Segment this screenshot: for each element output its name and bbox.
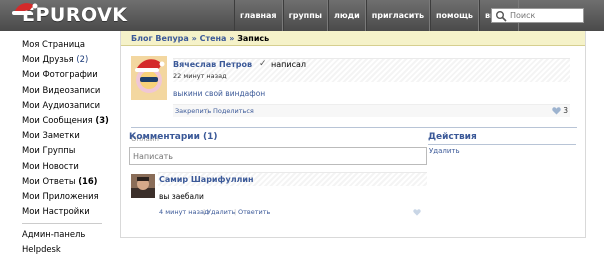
sidebar-item-my-page[interactable]: Моя Страница [22, 37, 114, 52]
share-link[interactable]: Поделиться [213, 107, 254, 115]
site-logo[interactable]: EPUROVK [8, 3, 128, 27]
sidebar-item-answers[interactable]: Мои Ответы (16) [22, 174, 114, 189]
sidebar-item-label: Мои Аудиозаписи [22, 99, 101, 110]
link-divider: | [234, 208, 237, 216]
sidebar-item-photos[interactable]: Мои Фотографии [22, 67, 114, 82]
post-text: выкини свой виндафон [173, 89, 266, 98]
sidebar-item-label: Моя Страница [22, 39, 85, 49]
top-bar: EPUROVK главная группы люди пригласить п… [0, 0, 604, 31]
comment-header: Самир Шарифуллин [158, 172, 427, 186]
breadcrumb-wall[interactable]: Стена [200, 34, 227, 43]
nav-home[interactable]: главная [234, 0, 283, 31]
sidebar-item-label: Мои Настройки [22, 206, 90, 217]
sidebar-item-count: (16) [78, 175, 98, 186]
nav-people[interactable]: люди [327, 0, 366, 31]
sidebar-item-settings[interactable]: Мои Настройки [22, 204, 114, 219]
post-action-text: написал [271, 60, 306, 69]
like-count: 3 [563, 106, 568, 115]
sidebar-item-label: Мои Видеозаписи [22, 84, 101, 95]
nav-help[interactable]: помощь [430, 0, 479, 31]
sidebar-item-label: Мои Приложения [22, 190, 99, 201]
breadcrumb-current: Запись [237, 34, 270, 43]
sidebar-item-label: Мои Новости [22, 160, 79, 171]
link-divider: | [203, 208, 206, 216]
post-author-link[interactable]: Вячеслав Петров [173, 60, 252, 69]
link-divider: | [206, 107, 209, 115]
main-nav: главная группы люди пригласить помощь вы… [234, 0, 520, 31]
sidebar-item-label: Мои Фотографии [22, 69, 98, 80]
comment-heart-icon[interactable] [413, 209, 421, 216]
sidebar-item-label: Мои Друзья [22, 54, 74, 65]
post-actions-bar: Закрепить | Поделиться 3 [173, 104, 570, 117]
search-box[interactable] [491, 8, 584, 23]
breadcrumb-separator: » [229, 34, 235, 43]
sidebar-item-messages[interactable]: Мои Сообщения (3) [22, 113, 114, 128]
sidebar-item-friends[interactable]: Мои Друзья (2) [22, 52, 114, 67]
comment-input[interactable] [129, 147, 427, 165]
sidebar-item-apps[interactable]: Мои Приложения [22, 189, 114, 204]
sidebar-item-label: Мои Группы [22, 145, 76, 156]
sidebar-item-label: Мои Ответы [22, 175, 76, 186]
like-button[interactable]: 3 [552, 106, 568, 115]
nav-invite[interactable]: пригласить [365, 0, 431, 31]
sidebar-item-admin-panel[interactable]: Админ-панель [22, 227, 114, 242]
sidebar-item-helpdesk[interactable]: Helpdesk [22, 242, 114, 254]
comment-reply-link[interactable]: Ответить [238, 208, 270, 216]
comment-delete-link[interactable]: Удалить [207, 208, 235, 216]
content-panel: Блог Вепура » Стена » Запись Онлайн Вяче… [120, 31, 586, 238]
section-divider [131, 127, 577, 128]
comments-title: Комментарии (1) [129, 132, 218, 142]
sidebar-item-groups[interactable]: Мои Группы [22, 143, 114, 158]
comment-actions-bar: 4 минут назад | Удалить | Ответить [158, 206, 427, 218]
sidebar-item-audio[interactable]: Мои Аудиозаписи [22, 98, 114, 113]
sidebar-item-videos[interactable]: Мои Видеозаписи [22, 83, 114, 98]
search-input[interactable] [510, 9, 580, 22]
santa-hat-icon [12, 3, 38, 15]
sidebar-item-count: (3) [95, 114, 109, 125]
comment-timestamp[interactable]: 4 минут назад [159, 208, 208, 216]
sidebar-item-label: Мои Сообщения [22, 114, 93, 125]
actions-title: Действия [428, 132, 477, 142]
post-header: Вячеслав Петров ✓ написал 22 минут назад [173, 58, 570, 82]
actions-divider [428, 144, 576, 145]
post-author-avatar[interactable] [131, 56, 167, 100]
sidebar-item-count: (2) [76, 54, 89, 65]
sidebar-item-notes[interactable]: Мои Заметки [22, 128, 114, 143]
sidebar-divider [22, 223, 102, 225]
comment-author-avatar[interactable] [131, 174, 155, 198]
verified-check-icon: ✓ [259, 59, 267, 69]
breadcrumb-separator: » [191, 34, 197, 43]
nav-groups[interactable]: группы [282, 0, 328, 31]
sidebar-item-label: Мои Заметки [22, 130, 80, 141]
top-bar-inner: EPUROVK главная группы люди пригласить п… [0, 0, 604, 31]
sidebar: Моя Страница Мои Друзья (2) Мои Фотограф… [22, 37, 114, 254]
breadcrumb: Блог Вепура » Стена » Запись [121, 31, 585, 46]
comment-author-link[interactable]: Самир Шарифуллин [159, 175, 254, 184]
comment-text: вы заебали [159, 192, 204, 201]
heart-icon [552, 106, 561, 115]
breadcrumb-blog[interactable]: Блог Вепура [131, 34, 189, 43]
search-icon [496, 10, 507, 22]
delete-post-link[interactable]: Удалить [429, 147, 460, 155]
post-timestamp: 22 минут назад [173, 72, 227, 80]
sidebar-item-news[interactable]: Мои Новости [22, 159, 114, 174]
